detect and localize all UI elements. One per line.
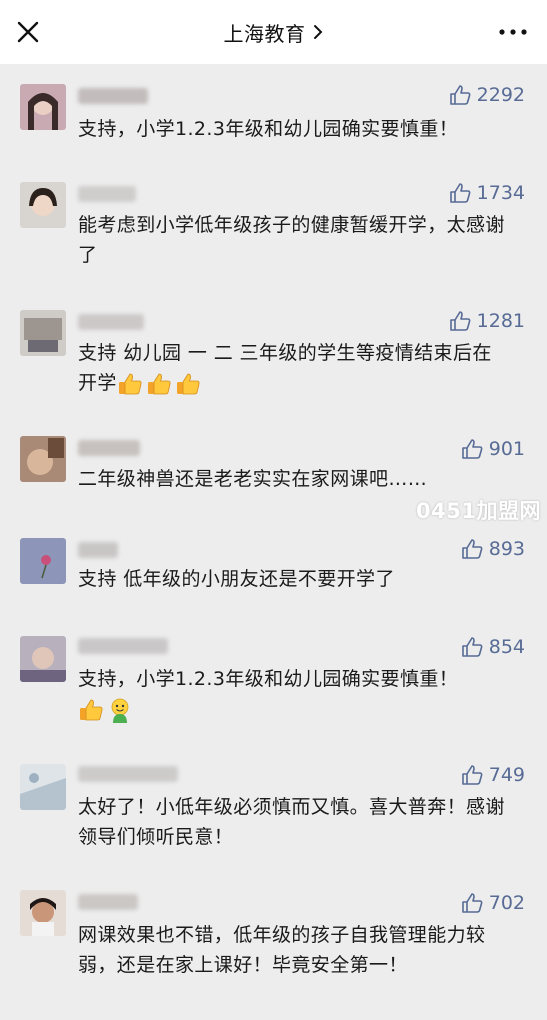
- blurred-nickname: [78, 894, 138, 910]
- comment-text: 支持，小学1.2.3年级和幼儿园确实要慎重！: [78, 118, 459, 140]
- thumbs-up-icon: [461, 893, 483, 913]
- emoji-row: [117, 371, 201, 397]
- more-dots-icon[interactable]: [497, 22, 529, 42]
- blurred-nickname: [78, 638, 168, 654]
- thumbs-up-icon: [461, 439, 483, 459]
- blurred-nickname: [78, 766, 178, 782]
- thumbs-up-icon: [449, 183, 471, 203]
- chevron-right-icon: [313, 25, 322, 39]
- like-button[interactable]: 893: [461, 538, 525, 560]
- like-count: 749: [488, 764, 525, 786]
- thumbs-up-emoji: [118, 373, 142, 394]
- avatar[interactable]: [20, 310, 66, 356]
- avatar[interactable]: [20, 436, 66, 482]
- like-count: 2292: [476, 84, 525, 106]
- blurred-nickname: [78, 186, 136, 202]
- comment-text: 网课效果也不错，低年级的孩子自我管理能力较弱，还是在家上课好！毕竟安全第一！: [78, 924, 486, 976]
- like-button[interactable]: 854: [461, 636, 525, 658]
- thumbs-up-icon: [449, 85, 471, 105]
- avatar[interactable]: [20, 890, 66, 936]
- top-bar: 上海教育: [0, 0, 547, 64]
- account-title-link[interactable]: 上海教育: [224, 18, 324, 47]
- comment-text: 支持，小学1.2.3年级和幼儿园确实要慎重！: [78, 664, 518, 724]
- emoji-row: [78, 697, 133, 723]
- avatar[interactable]: [20, 636, 66, 682]
- like-count: 901: [488, 438, 525, 460]
- page-title: 上海教育: [223, 21, 306, 46]
- like-button[interactable]: 2292: [449, 84, 525, 106]
- blurred-nickname: [78, 542, 118, 558]
- comment-text: 支持 低年级的小朋友还是不要开学了: [78, 568, 395, 590]
- blurred-nickname: [78, 314, 144, 330]
- comment-text: 支持 幼儿园 一 二 三年级的学生等疫情结束后在开学: [78, 338, 508, 398]
- thumbs-up-icon: [461, 765, 483, 785]
- close-icon[interactable]: [12, 16, 44, 48]
- blurred-nickname: [78, 88, 148, 104]
- like-count: 1734: [476, 182, 525, 204]
- like-count: 854: [488, 636, 525, 658]
- comment-text-content: 支持，小学1.2.3年级和幼儿园确实要慎重！: [78, 668, 459, 690]
- thumbs-up-emoji: [80, 699, 103, 720]
- like-count: 1281: [476, 310, 525, 332]
- watermark: 0451加盟网: [416, 499, 541, 523]
- like-button[interactable]: 1734: [449, 182, 525, 204]
- thumbs-up-icon: [461, 539, 483, 559]
- like-button[interactable]: 749: [461, 764, 525, 786]
- like-button[interactable]: 702: [461, 892, 525, 914]
- avatar[interactable]: [20, 764, 66, 810]
- comment-text: 二年级神兽还是老老实实在家网课吧……: [78, 468, 428, 490]
- avatar[interactable]: [20, 182, 66, 228]
- thumbs-up-icon: [461, 637, 483, 657]
- thumbs-up-icon: [449, 311, 471, 331]
- avatar[interactable]: [20, 84, 66, 130]
- comment-text: 能考虑到小学低年级孩子的健康暂缓开学，太感谢了: [78, 214, 505, 266]
- like-count: 893: [488, 538, 525, 560]
- like-button[interactable]: 1281: [449, 310, 525, 332]
- face-emoji: [111, 698, 129, 723]
- avatar[interactable]: [20, 538, 66, 584]
- thumbs-up-emoji: [176, 373, 200, 394]
- comment-text: 太好了！小低年级必须慎而又慎。喜大普奔！感谢领导们倾听民意！: [78, 796, 505, 848]
- like-button[interactable]: 901: [461, 438, 525, 460]
- like-count: 702: [488, 892, 525, 914]
- blurred-nickname: [78, 440, 140, 456]
- thumbs-up-emoji: [147, 373, 171, 394]
